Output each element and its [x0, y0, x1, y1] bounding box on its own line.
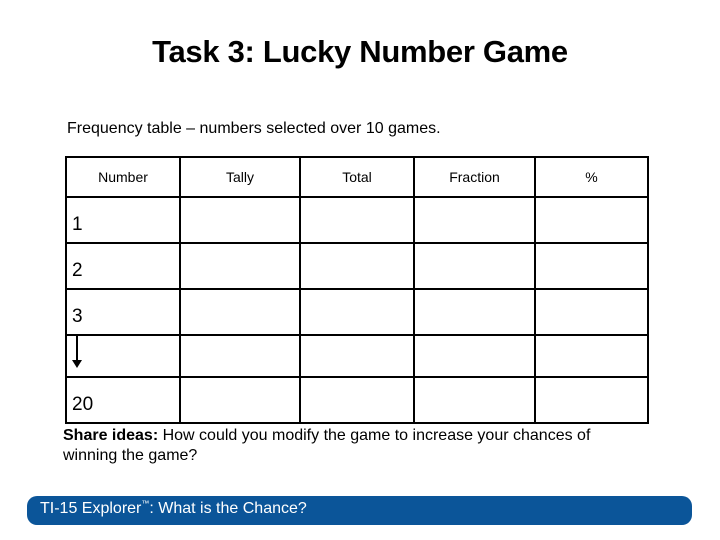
table-caption: Frequency table – numbers selected over … [67, 120, 441, 137]
table-row: 20 [65, 376, 649, 424]
share-ideas-label: Share ideas: [63, 427, 159, 444]
header-number: Number [65, 156, 181, 198]
cell-percent[interactable] [534, 196, 649, 244]
footer-subtitle: : What is the Chance? [149, 500, 307, 517]
table-row: 1 [65, 196, 649, 244]
cell-tally[interactable] [179, 242, 301, 290]
cell-number: 2 [65, 242, 181, 290]
cell-number: 1 [65, 196, 181, 244]
cell-percent[interactable] [534, 334, 649, 378]
footer-product: TI-15 Explorer [40, 500, 142, 517]
cell-total[interactable] [299, 334, 415, 378]
table-header-row: Number Tally Total Fraction % [65, 156, 649, 198]
table-row: 2 [65, 242, 649, 290]
cell-tally[interactable] [179, 334, 301, 378]
header-percent: % [534, 156, 649, 198]
table-row: 3 [65, 288, 649, 336]
cell-number: 20 [65, 376, 181, 424]
cell-number [65, 334, 181, 378]
footer-title: TI-15 Explorer™: What is the Chance? [40, 499, 307, 518]
header-tally: Tally [179, 156, 301, 198]
slide-title: Task 3: Lucky Number Game [152, 34, 568, 69]
footer-banner: TI-15 Explorer™: What is the Chance? [27, 496, 692, 525]
trademark-symbol: ™ [141, 499, 150, 508]
header-total: Total [299, 156, 415, 198]
cell-tally[interactable] [179, 288, 301, 336]
cell-tally[interactable] [179, 376, 301, 424]
table-row [65, 334, 649, 378]
cell-fraction[interactable] [413, 288, 536, 336]
cell-fraction[interactable] [413, 242, 536, 290]
frequency-table: Number Tally Total Fraction % 1 2 3 20 [65, 156, 649, 424]
cell-total[interactable] [299, 242, 415, 290]
cell-total[interactable] [299, 376, 415, 424]
cell-percent[interactable] [534, 242, 649, 290]
header-fraction: Fraction [413, 156, 536, 198]
cell-fraction[interactable] [413, 196, 536, 244]
cell-fraction[interactable] [413, 376, 536, 424]
cell-total[interactable] [299, 288, 415, 336]
share-ideas-prompt: Share ideas: How could you modify the ga… [63, 426, 603, 466]
cell-number: 3 [65, 288, 181, 336]
cell-fraction[interactable] [413, 334, 536, 378]
cell-percent[interactable] [534, 288, 649, 336]
cell-tally[interactable] [179, 196, 301, 244]
cell-percent[interactable] [534, 376, 649, 424]
down-arrow-icon [72, 336, 82, 368]
cell-total[interactable] [299, 196, 415, 244]
